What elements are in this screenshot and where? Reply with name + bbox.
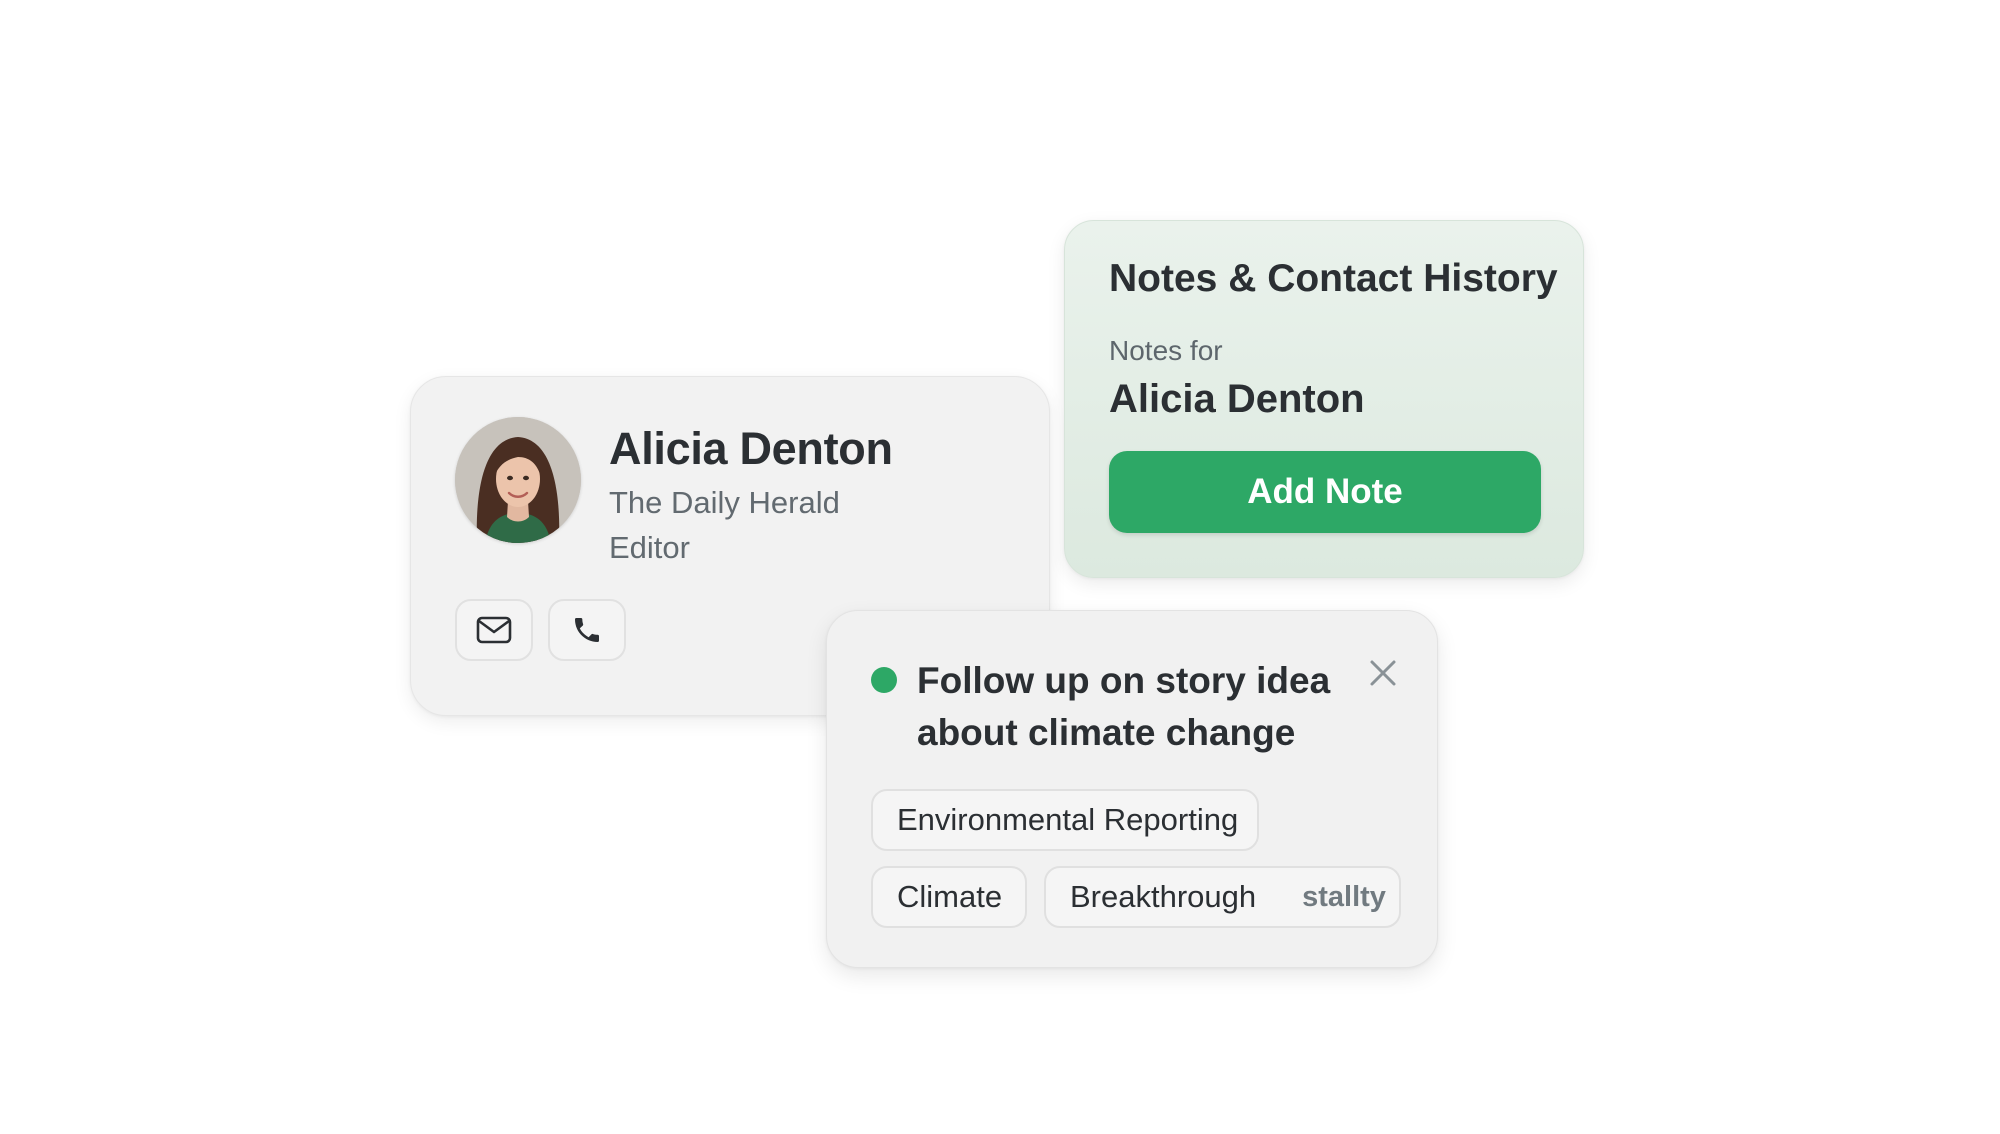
notes-for-label: Notes for (1109, 335, 1223, 366)
avatar (455, 417, 581, 543)
phone-icon (575, 618, 599, 642)
close-icon (1370, 660, 1396, 686)
email-button[interactable] (455, 599, 533, 661)
contact-name: Alicia Denton (609, 423, 893, 474)
note-card: Follow up on story idea about climate ch… (826, 610, 1438, 968)
contact-role: Editor (609, 530, 690, 565)
avatar-photo (455, 417, 581, 543)
tag-label: Breakthrough (1070, 879, 1257, 914)
tag-breakthrough[interactable]: Breakthrough stallty (1044, 866, 1401, 928)
call-button[interactable] (548, 599, 626, 661)
tag-climate[interactable]: Climate (871, 866, 1027, 928)
notes-contact-name: Alicia Denton (1109, 377, 1365, 421)
tag-label: Climate (897, 879, 1003, 914)
contact-organization: The Daily Herald (609, 485, 840, 520)
notes-panel: Notes & Contact History Notes for Alicia… (1064, 220, 1584, 578)
tag-label: Environmental Reporting (897, 802, 1239, 837)
close-button[interactable] (1363, 653, 1403, 693)
note-text: Follow up on story idea about climate ch… (917, 660, 1331, 753)
status-dot (871, 667, 897, 693)
tag-environmental-reporting[interactable]: Environmental Reporting (871, 789, 1259, 851)
add-note-button[interactable]: Add Note (1109, 451, 1541, 533)
mail-icon (476, 616, 512, 644)
notes-panel-title: Notes & Contact History (1109, 257, 1558, 300)
tag-sublabel: stallty (1302, 880, 1386, 913)
